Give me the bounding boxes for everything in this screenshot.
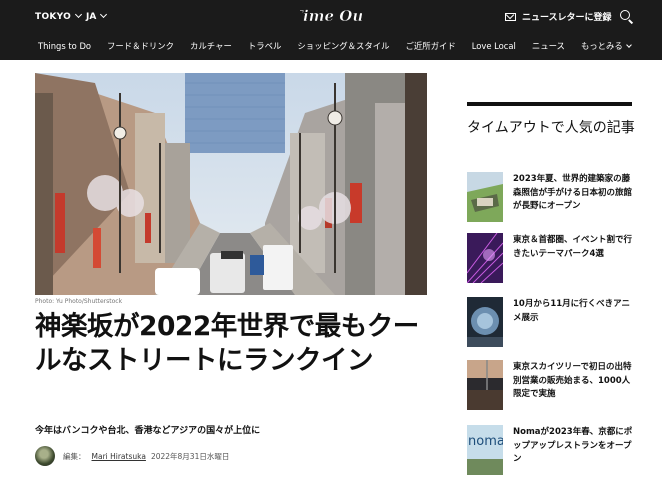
- article-thumbnail: [467, 297, 503, 347]
- logo-mark: Time Out: [300, 7, 362, 26]
- nav-item-news[interactable]: ニュース: [532, 40, 565, 52]
- main-navigation: Things to Do フード＆ドリンク カルチャー トラベル ショッピング＆…: [38, 36, 647, 56]
- top-header: TOKYO JA Time Out ニュースレターに登録 Things to D…: [0, 0, 662, 60]
- popular-article-3[interactable]: 10月から11月に行くべきアニメ展示: [467, 297, 637, 347]
- language-selector[interactable]: JA: [86, 10, 108, 22]
- nav-item-love-local[interactable]: Love Local: [472, 41, 516, 51]
- language-label: JA: [86, 12, 97, 22]
- publish-date: 2022年8月31日水曜日: [150, 451, 230, 461]
- nav-item-things-to-do[interactable]: Things to Do: [38, 41, 91, 51]
- hero-image: [35, 73, 427, 295]
- avatar: [35, 446, 55, 466]
- chevron-down-icon: [625, 42, 632, 48]
- photo-credit: Photo: Yu Photo/Shutterstock: [35, 298, 123, 305]
- popular-article-title: Nomaが2023年春、京都にポップアップレストランをオープン: [513, 427, 633, 464]
- nav-item-culture[interactable]: カルチャー: [190, 40, 232, 52]
- popular-article-5[interactable]: noma Nomaが2023年春、京都にポップアップレストランをオープン: [467, 425, 637, 475]
- article-thumbnail: noma: [467, 425, 503, 475]
- nav-more-label: もっとみる: [580, 41, 623, 51]
- popular-article-4[interactable]: 東京スカイツリーで初日の出特別営業の販売始まる、1000人限定で実施: [467, 360, 637, 410]
- article-thumbnail: [467, 233, 503, 283]
- author-byline: 編集： Mari Hiratsuka 2022年8月31日水曜日: [35, 446, 229, 466]
- popular-article-1[interactable]: 2023年夏、世界的建築家の藤森照信が手がける日本初の旅館が長野にオープン: [467, 172, 637, 222]
- article-subtitle: 今年はバンコクや台北、香港などアジアの国々が上位に: [35, 426, 261, 436]
- timeout-logo[interactable]: Time Out: [300, 4, 362, 28]
- mail-icon: [505, 12, 516, 21]
- city-selector[interactable]: TOKYO: [35, 10, 83, 22]
- nav-item-shopping-style[interactable]: ショッピング＆スタイル: [297, 40, 389, 52]
- city-label: TOKYO: [35, 12, 72, 22]
- popular-article-title: 10月から11月に行くべきアニメ展示: [513, 299, 630, 323]
- popular-article-2[interactable]: 東京＆首都圏、イベント割で行きたいテーマパーク4選: [467, 233, 637, 283]
- nav-item-neighborhood-guide[interactable]: ご近所ガイド: [405, 40, 455, 52]
- nav-item-more[interactable]: もっとみる: [580, 40, 632, 52]
- chevron-down-icon: [100, 10, 108, 19]
- search-icon[interactable]: [620, 10, 630, 20]
- edit-label: 編集：: [63, 451, 86, 461]
- popular-article-title: 2023年夏、世界的建築家の藤森照信が手がける日本初の旅館が長野にオープン: [513, 174, 633, 211]
- nav-item-travel[interactable]: トラベル: [248, 40, 282, 52]
- svg-text:Time Out: Time Out: [300, 7, 362, 25]
- newsletter-label: ニュースレターに登録: [522, 13, 612, 23]
- popular-article-title: 東京スカイツリーで初日の出特別営業の販売始まる、1000人限定で実施: [513, 362, 632, 399]
- article-thumbnail: [467, 360, 503, 410]
- sidebar-title: タイムアウトで人気の記事: [467, 120, 635, 136]
- svg-text:noma: noma: [468, 434, 503, 449]
- chevron-down-icon: [75, 10, 83, 19]
- nav-item-food-drink[interactable]: フード＆ドリンク: [107, 40, 174, 52]
- article-title: 神楽坂が2022年世界で最もクールなストリートにランクイン: [35, 311, 419, 376]
- popular-article-title: 東京＆首都圏、イベント割で行きたいテーマパーク4選: [513, 235, 633, 259]
- article-thumbnail: [467, 172, 503, 222]
- sidebar-divider: [467, 102, 632, 106]
- author-link[interactable]: Mari Hiratsuka: [92, 452, 146, 461]
- newsletter-signup-link[interactable]: ニュースレターに登録: [505, 10, 612, 23]
